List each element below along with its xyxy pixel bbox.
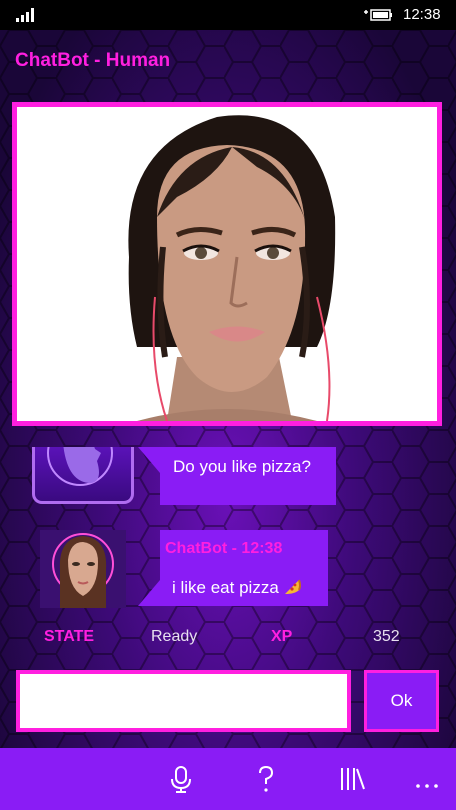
- avatar-face-image: [17, 107, 437, 421]
- microphone-icon[interactable]: [166, 764, 196, 794]
- bot-message-header: ChatBot - 12:38: [165, 540, 283, 557]
- ok-button[interactable]: Ok: [364, 670, 439, 732]
- chatbot-avatar-view: [12, 102, 442, 426]
- state-value: Ready: [151, 628, 198, 645]
- signal-icon: [16, 8, 36, 22]
- user-message-text: Do you like pizza?: [173, 457, 311, 476]
- help-icon[interactable]: [251, 764, 281, 794]
- status-bar: 12:38: [0, 0, 456, 30]
- battery-charging-icon: [364, 9, 392, 21]
- bubble-tail: [138, 580, 160, 606]
- bubble-tail: [138, 447, 160, 473]
- xp-value: 352: [373, 628, 400, 645]
- user-message-bubble: Do you like pizza?: [138, 447, 336, 505]
- app-bar: [0, 748, 456, 810]
- xp-label: XP: [271, 628, 293, 645]
- chatbot-avatar-thumbnail: [40, 530, 126, 608]
- more-icon[interactable]: [412, 764, 442, 794]
- bot-message-body: i like eat pizza: [172, 578, 279, 597]
- chatbot-thumbnail-image: [40, 530, 126, 608]
- user-head-icon: [47, 447, 113, 486]
- page-title: ChatBot - Human: [15, 50, 171, 71]
- user-avatar: [32, 447, 134, 504]
- status-time: 12:38: [403, 6, 441, 23]
- library-icon[interactable]: [337, 764, 367, 794]
- bot-message-bubble: ChatBot - 12:38 i like eat pizza: [138, 530, 328, 606]
- message-input[interactable]: [16, 670, 351, 732]
- pizza-icon: [284, 579, 301, 594]
- bot-message-text: i like eat pizza: [172, 578, 301, 598]
- state-label: STATE: [44, 628, 95, 645]
